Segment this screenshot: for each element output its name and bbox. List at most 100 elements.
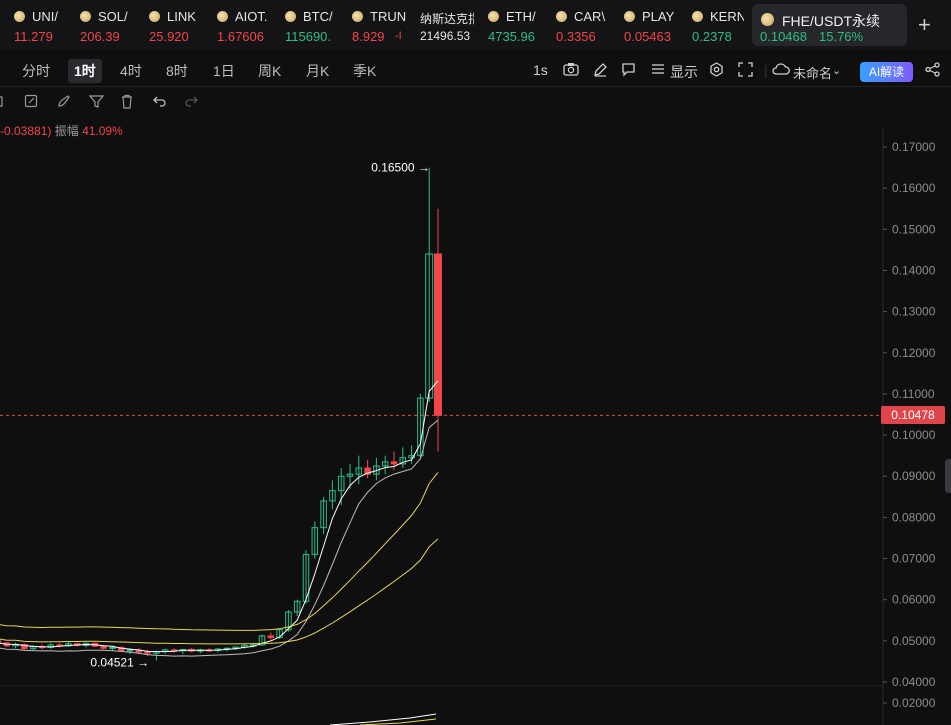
settings-icon[interactable] — [709, 62, 724, 80]
ticker-item-active[interactable]: FHE/USDT永续 0.10468 15.76% — [752, 4, 907, 46]
ticker-symbol: PLAY — [642, 9, 675, 24]
candle-body — [434, 253, 442, 416]
ticker-item-sol[interactable]: SOL/ 206.39 — [80, 0, 136, 50]
price-tick-label: 0.12000 — [892, 346, 936, 360]
ma-line-mid — [0, 419, 439, 657]
candle-body — [126, 649, 134, 652]
candle-body — [100, 645, 107, 649]
interval-fenshi[interactable]: 分时 — [16, 59, 56, 83]
interval-week[interactable]: 周K — [252, 59, 287, 83]
ticker-item-link[interactable]: LINK 25.920 — [149, 0, 207, 50]
ticker-item-car[interactable]: CAR\ 0.3356 — [556, 0, 608, 50]
ai-interpret-button[interactable]: AI解读 — [860, 62, 913, 82]
comment-icon[interactable] — [621, 62, 636, 80]
price-tick-label: 0.15000 — [892, 222, 936, 236]
speed-button[interactable]: 1s — [533, 62, 548, 78]
candle-body — [267, 635, 275, 639]
panel-collapse-handle[interactable] — [945, 459, 951, 493]
coin-icon — [624, 11, 635, 22]
price-tick-label: 0.02000 — [892, 696, 936, 710]
ticker-symbol: SOL/ — [98, 9, 128, 24]
coin-icon — [217, 11, 228, 22]
ticker-symbol: 纳斯达克指 — [420, 12, 474, 26]
ticker-symbol: UNI/ — [32, 9, 58, 24]
undo-icon[interactable] — [152, 94, 167, 114]
ticker-price: 0.2378 — [692, 29, 732, 44]
price-tick-label: 0.05000 — [892, 634, 936, 648]
chart-area[interactable]: 0.17000 0.16000 0.15000 0.14000 0.13000 0.120… — [0, 128, 951, 725]
price-tick-label: 0.04000 — [892, 675, 936, 689]
coin-icon — [149, 11, 160, 22]
current-price-tag: 0.10478 — [881, 406, 945, 425]
price-tick-label: 0.11000 — [892, 387, 935, 401]
ticker-price: 115690. — [285, 29, 332, 44]
filter-tool-icon[interactable] — [88, 94, 105, 114]
price-tick-label: 0.06000 — [892, 593, 936, 607]
pen-icon[interactable] — [593, 62, 608, 80]
ma-line-fast — [0, 380, 439, 653]
ticker-symbol: CAR\ — [574, 9, 606, 24]
display-menu-icon[interactable] — [651, 62, 665, 79]
interval-toolbar: 分时 1时 4时 8时 1日 周K 月K 季K 1s 显示 | 未命名 ⌄ — [0, 55, 951, 87]
ticker-item-uni[interactable]: UNI/ 11.279 — [14, 0, 64, 50]
interval-quarter[interactable]: 季K — [347, 59, 382, 83]
candlestick-chart[interactable]: 0.17000 0.16000 0.15000 0.14000 0.13000 0.120… — [0, 128, 951, 725]
price-tick-label: 0.10000 — [892, 428, 936, 442]
ticker-price: 8.929 — [352, 29, 385, 44]
ticker-price: 25.920 — [149, 29, 189, 44]
ticker-item-nasdaq[interactable]: 纳斯达克指 21496.53 — [420, 0, 474, 50]
coin-icon — [692, 11, 703, 22]
display-button[interactable]: 显示 — [670, 62, 698, 82]
ticker-price: 206.39 — [80, 29, 120, 44]
price-tick-label: 0.17000 — [892, 140, 936, 154]
ma-line-slow — [0, 472, 439, 631]
ticker-item-btc[interactable]: BTC/ 115690. — [285, 0, 339, 50]
ticker-item-play[interactable]: PLAY 0.05463 — [624, 0, 679, 50]
ticker-item-eth[interactable]: ETH/ 4735.96 — [488, 0, 542, 50]
ticker-symbol: TRUN — [370, 9, 406, 24]
candle-body — [144, 651, 151, 654]
price-tick-label: 0.07000 — [892, 552, 936, 566]
ticker-symbol: ETH/ — [506, 9, 536, 24]
ticker-symbol: AIOT. — [235, 9, 268, 24]
ticker-symbol: BTC/ — [303, 9, 333, 24]
candle-body — [0, 640, 2, 644]
interval-4h[interactable]: 4时 — [114, 59, 148, 83]
active-change: 15.76% — [819, 29, 864, 44]
interval-1h[interactable]: 1时 — [68, 59, 102, 83]
interval-8h[interactable]: 8时 — [160, 59, 194, 83]
interval-1d[interactable]: 1日 — [207, 59, 241, 83]
ticker-price: 4735.96 — [488, 29, 535, 44]
price-tick-label: 0.14000 — [892, 263, 936, 277]
ticker-symbol: KERN — [710, 9, 744, 24]
coin-icon — [488, 11, 499, 22]
layout-name[interactable]: 未命名 — [793, 63, 832, 82]
add-tab-button[interactable]: + — [918, 12, 931, 38]
interval-month[interactable]: 月K — [300, 59, 335, 83]
share-icon[interactable] — [925, 62, 940, 80]
camera-icon[interactable] — [563, 62, 579, 79]
trading-app: UNI/ 11.279 SOL/ 206.39 LINK 25.920 AIOT… — [0, 0, 951, 725]
fullscreen-icon[interactable] — [738, 62, 753, 80]
drawing-tools — [0, 92, 951, 116]
high-price-label: 0.16500 → — [371, 161, 430, 175]
ticker-price: 11.279 — [14, 29, 53, 44]
ticker-price-change: -I — [395, 30, 402, 42]
ticker-item-trun[interactable]: TRUN 8.929 -I — [352, 0, 406, 50]
note-tool-icon[interactable] — [24, 94, 39, 114]
rect-tool-icon[interactable] — [0, 94, 6, 113]
price-tick-label: 0.16000 — [892, 181, 936, 195]
toolbar-divider: | — [764, 62, 768, 78]
ticker-item-aiot[interactable]: AIOT. 1.67606 — [217, 0, 275, 50]
ticker-item-kern[interactable]: KERN 0.2378 — [692, 0, 744, 50]
chevron-down-icon[interactable]: ⌄ — [832, 64, 841, 77]
coin-icon — [352, 11, 363, 22]
cloud-icon[interactable] — [772, 62, 790, 79]
candle-body — [390, 461, 398, 465]
ma-line-slowest — [0, 538, 439, 645]
active-symbol: FHE/USDT永续 — [782, 13, 880, 29]
coin-icon — [285, 11, 296, 22]
brush-tool-icon[interactable] — [56, 94, 71, 114]
redo-icon[interactable] — [184, 94, 199, 114]
trash-icon[interactable] — [120, 94, 134, 114]
